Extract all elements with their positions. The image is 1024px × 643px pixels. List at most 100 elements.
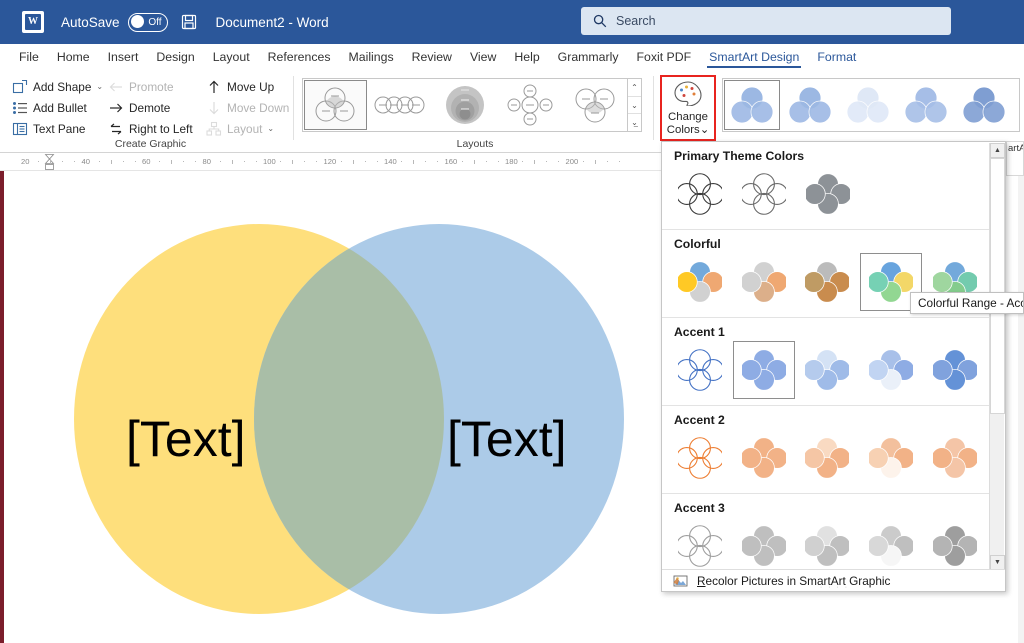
color-swatch-accent1-colored-fill[interactable] [732, 341, 795, 399]
ruler-tick-mark [231, 160, 233, 164]
layout-thumbnail-basic-venn-alt-layout[interactable] [563, 80, 626, 130]
button-label: Move Down [227, 100, 290, 115]
ruler-tick-mark [122, 161, 124, 162]
chevron-down-icon[interactable]: ⌄ [267, 124, 274, 133]
left-margin-bar [0, 171, 4, 643]
ruler-tick-mark [74, 161, 76, 162]
title-bar: W AutoSave Off Document2 - Word Search [0, 0, 1024, 44]
dropdown-swatch-row [662, 429, 991, 493]
tab-format[interactable]: Format [808, 47, 865, 67]
add-bullet-button[interactable]: Add Bullet [12, 97, 104, 118]
group-separator [293, 76, 294, 140]
text-pane-button[interactable]: Text Pane [12, 118, 104, 139]
swap-icon [108, 121, 124, 137]
ruler-tick-label: 140 [384, 157, 397, 166]
gallery-more-button[interactable]: ⌄̲ [628, 114, 641, 131]
layout-icon [206, 121, 222, 137]
ruler-tick-label: 40 [81, 157, 90, 166]
dropdown-section-heading: Accent 3 [674, 501, 725, 515]
color-swatch-accent1-gradient-range[interactable] [797, 341, 859, 399]
demote-button[interactable]: Demote [108, 97, 202, 118]
color-swatch-dark-outline-2[interactable] [733, 165, 795, 223]
layouts-gallery-scroll[interactable]: ⌃ ⌄ ⌄̲ [628, 78, 642, 132]
color-swatch-accent2-gradient-loop[interactable] [860, 429, 922, 487]
color-swatch-colorful-accent-colors[interactable] [669, 253, 731, 311]
layouts-gallery[interactable] [302, 78, 628, 132]
ruler-tick-mark [473, 160, 475, 164]
color-swatch-dark-outline[interactable] [669, 165, 731, 223]
smartart-styles-gallery[interactable] [722, 78, 1020, 132]
tab-foxit-pdf[interactable]: Foxit PDF [627, 47, 700, 67]
color-swatch-accent1-transparent[interactable] [924, 341, 986, 399]
tab-help[interactable]: Help [505, 47, 548, 67]
tab-layout[interactable]: Layout [204, 47, 259, 67]
color-swatch-accent2-gradient-range[interactable] [797, 429, 859, 487]
color-swatch-colorful-range-accent-3-4[interactable] [797, 253, 859, 311]
button-label: Move Up [227, 79, 275, 94]
tab-home[interactable]: Home [48, 47, 99, 67]
ruler-tick-label: 180 [505, 157, 518, 166]
scrollbar-thumb[interactable] [990, 158, 1005, 414]
smartart-style-style-moderate[interactable] [898, 80, 954, 130]
scrollbar-down-button[interactable]: ▼ [990, 555, 1005, 570]
color-swatch-accent3-colored-fill[interactable] [733, 517, 795, 570]
color-swatch-accent2-transparent[interactable] [924, 429, 986, 487]
ruler-tick-mark [546, 161, 548, 162]
search-input[interactable]: Search [581, 7, 951, 35]
smartart-style-style-white-outline[interactable] [782, 80, 838, 130]
color-swatch-accent3-outline[interactable] [669, 517, 731, 570]
smartart-style-style-subtle-effect[interactable] [840, 80, 896, 130]
venn-diagram-smartart[interactable]: [Text] [Text] [44, 224, 704, 614]
gallery-scroll-down-button[interactable]: ⌄ [628, 97, 641, 115]
ruler-tick-mark [485, 161, 487, 162]
ruler-tick-mark [62, 161, 64, 162]
tab-review[interactable]: Review [403, 47, 461, 67]
right-to-left-button[interactable]: Right to Left [108, 118, 202, 139]
tab-view[interactable]: View [461, 47, 505, 67]
change-colors-button[interactable]: Change Colors⌄ [660, 75, 716, 141]
move-up-button[interactable]: Move Up [206, 76, 294, 97]
ruler-tick-label: 80 [202, 157, 211, 166]
tab-file[interactable]: File [10, 47, 48, 67]
dropdown-scrollbar[interactable]: ▲ ▼ [989, 143, 1005, 570]
color-swatch-accent3-gradient-loop[interactable] [860, 517, 922, 570]
tab-references[interactable]: References [259, 47, 340, 67]
color-swatch-accent3-gradient-range[interactable] [797, 517, 859, 570]
add-shape-button[interactable]: Add Shape ⌄ [12, 76, 104, 97]
tab-smartart-design[interactable]: SmartArt Design [700, 47, 808, 68]
smartart-style-style-simple-fill[interactable] [724, 80, 780, 130]
dropdown-resize-grip[interactable]: · · · · [662, 584, 1005, 591]
layout-thumbnail-stacked-venn-layout[interactable] [434, 80, 497, 130]
tab-design[interactable]: Design [147, 47, 203, 67]
ribbon-group-change-colors: Change Colors⌄ [657, 72, 719, 152]
venn-right-text[interactable]: [Text] [447, 410, 566, 468]
scrollbar-up-button[interactable]: ▲ [990, 143, 1005, 158]
autosave-toggle[interactable]: Off [127, 12, 168, 32]
button-label: Add Bullet [33, 100, 87, 115]
document-title: Document2 - Word [216, 15, 329, 30]
color-swatch-accent2-colored-fill[interactable] [733, 429, 795, 487]
color-swatch-colorful-range-accent-2-3[interactable] [733, 253, 795, 311]
chevron-down-icon[interactable]: ⌄ [96, 82, 103, 91]
venn-left-text[interactable]: [Text] [126, 410, 245, 468]
save-icon[interactable] [180, 13, 198, 31]
color-swatch-accent2-outline[interactable] [669, 429, 731, 487]
color-swatch-dark-fill[interactable] [797, 165, 859, 223]
button-label: Right to Left [129, 121, 193, 136]
layout-thumbnail-linear-venn-layout[interactable] [369, 80, 432, 130]
layout-thumbnail-radial-venn-layout[interactable] [498, 80, 561, 130]
change-colors-label-line2: Colors⌄ [667, 124, 709, 137]
gallery-scroll-up-button[interactable]: ⌃ [628, 79, 641, 97]
move-down-button: Move Down [206, 97, 294, 118]
color-swatch-accent1-gradient-loop[interactable] [860, 341, 922, 399]
tab-mailings[interactable]: Mailings [340, 47, 403, 67]
ruler-tick-mark [618, 161, 620, 162]
color-swatch-accent3-transparent[interactable] [924, 517, 986, 570]
tab-grammarly[interactable]: Grammarly [549, 47, 628, 67]
color-swatch-accent1-outline[interactable] [669, 341, 731, 399]
smartart-style-style-intense[interactable] [956, 80, 1012, 130]
ruler-tick-mark [558, 161, 560, 162]
ruler-tick-mark [304, 161, 306, 162]
layout-thumbnail-basic-venn-layout[interactable] [304, 80, 367, 130]
tab-insert[interactable]: Insert [99, 47, 148, 67]
